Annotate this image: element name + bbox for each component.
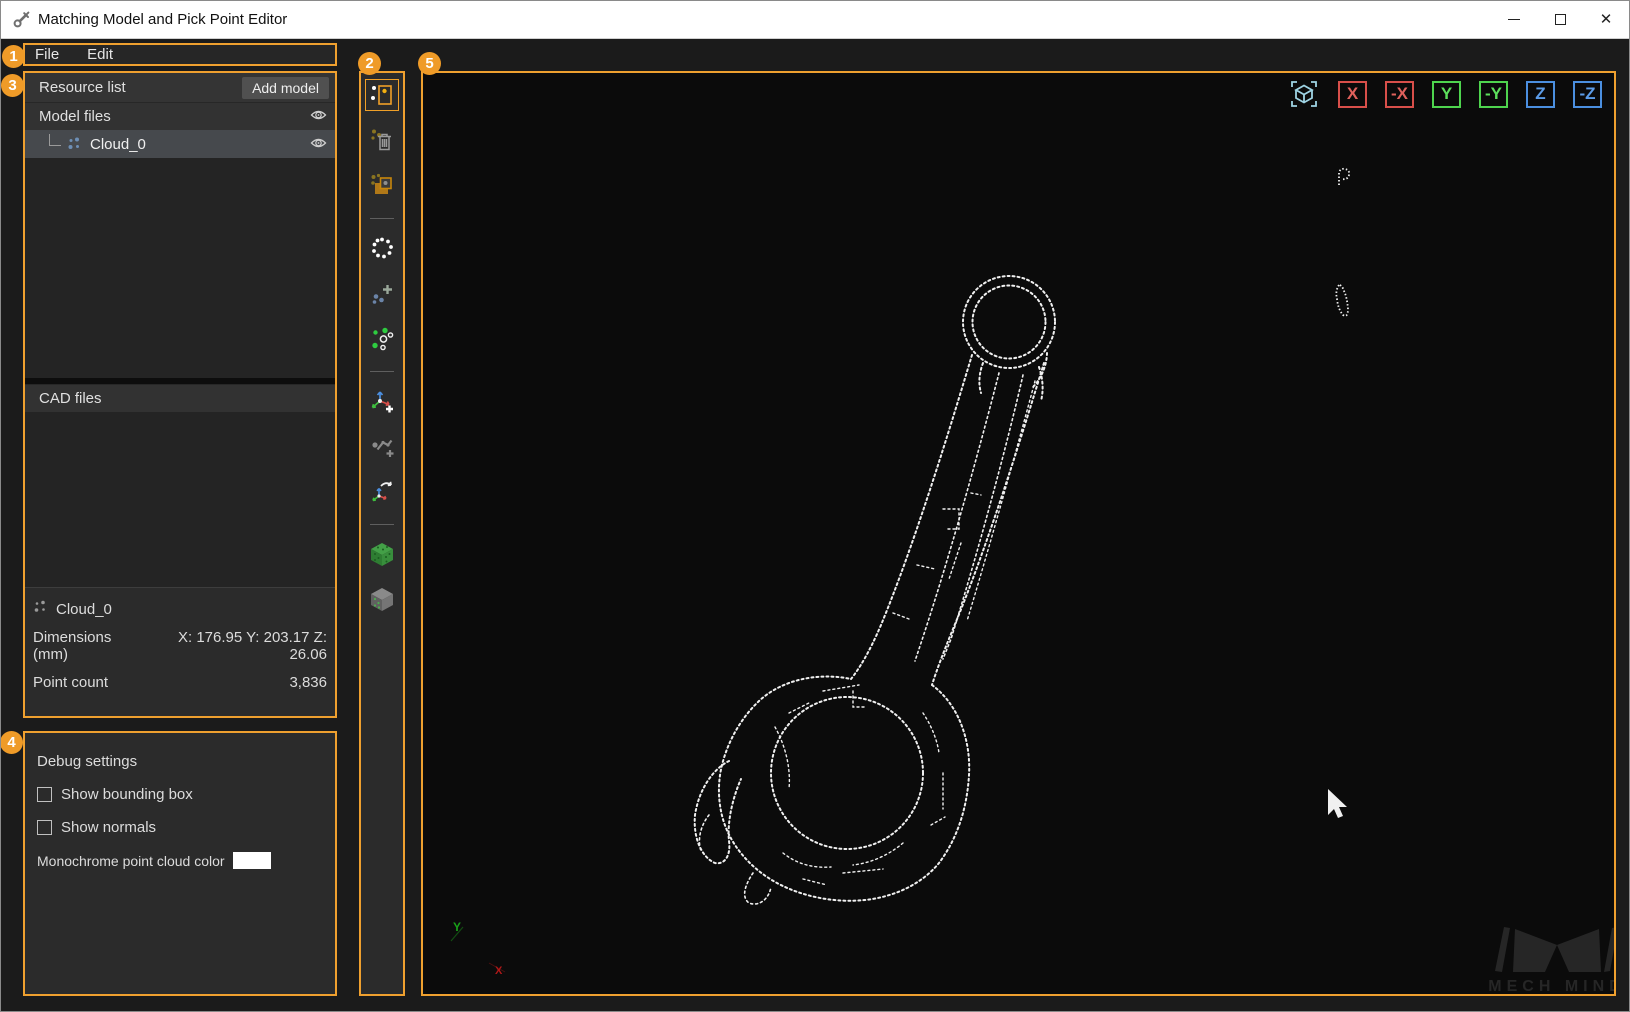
- voxel-cube-green-icon: [369, 541, 395, 567]
- callout-1: 1: [2, 45, 25, 68]
- model-files-label: Model files: [39, 108, 111, 125]
- watermark-text: MECH MIND: [1488, 978, 1614, 994]
- window-controls: ✕: [1491, 1, 1629, 38]
- maximize-button[interactable]: [1537, 1, 1583, 38]
- toolbar-divider: [370, 371, 394, 372]
- eye-icon[interactable]: [310, 136, 327, 153]
- view-cube-icon: [1289, 79, 1319, 109]
- delete-points-tool[interactable]: [365, 124, 399, 156]
- debug-settings-title: Debug settings: [37, 753, 325, 770]
- fit-view-button[interactable]: [1288, 79, 1320, 109]
- view-buttons-bar: X -X Y -Y Z -Z: [1288, 79, 1602, 109]
- add-points-tool[interactable]: [365, 277, 399, 309]
- selected-model-name: Cloud_0: [56, 601, 112, 618]
- show-normals-row: Show normals: [37, 819, 325, 836]
- rectangle-select-tool[interactable]: [365, 79, 399, 111]
- cad-files-label: CAD files: [39, 390, 102, 407]
- cad-files-header: CAD files: [25, 384, 335, 412]
- show-bounding-box-checkbox[interactable]: [37, 787, 52, 802]
- dimensions-value: X: 176.95 Y: 203.17 Z: 26.06: [145, 629, 327, 663]
- add-points-icon: [369, 280, 395, 306]
- maximize-icon: [1555, 14, 1566, 25]
- show-bounding-box-label: Show bounding box: [61, 786, 193, 803]
- show-bounding-box-row: Show bounding box: [37, 786, 325, 803]
- point-cloud-canvas: Y X MECH MIND: [423, 73, 1614, 994]
- teach-pick-point-tool[interactable]: [365, 430, 399, 462]
- model-item-cloud0[interactable]: Cloud_0: [25, 130, 335, 158]
- mech-mind-watermark: MECH MIND: [1488, 927, 1614, 994]
- close-icon: ✕: [1600, 12, 1613, 27]
- world-axes: Y X: [451, 920, 505, 977]
- dimensions-label: Dimensions (mm): [33, 629, 145, 663]
- show-normals-checkbox[interactable]: [37, 820, 52, 835]
- monochrome-color-swatch[interactable]: [233, 852, 271, 869]
- crop-icon: [369, 172, 395, 198]
- tree-branch: [49, 134, 61, 146]
- view-minus-z-button[interactable]: -Z: [1573, 81, 1602, 108]
- menu-edit[interactable]: Edit: [87, 46, 113, 63]
- window-title: Matching Model and Pick Point Editor: [38, 11, 287, 28]
- voxel-grid-on-tool[interactable]: [365, 538, 399, 570]
- point-cloud-icon: [67, 137, 82, 151]
- main-content: File Edit Resource list Add model Model …: [1, 39, 1629, 1011]
- view-minus-x-button[interactable]: -X: [1385, 81, 1414, 108]
- add-model-button[interactable]: Add model: [242, 77, 329, 99]
- resource-list-header: Resource list Add model: [25, 73, 335, 102]
- app-window: Matching Model and Pick Point Editor ✕ F…: [0, 0, 1630, 1012]
- axes-plus-icon: [369, 388, 395, 414]
- selection-info: Cloud_0 Dimensions (mm) X: 176.95 Y: 203…: [25, 588, 335, 716]
- callout-2: 2: [358, 52, 381, 75]
- callout-5: 5: [418, 52, 441, 75]
- callout-4: 4: [0, 731, 23, 754]
- wrench-icon: [13, 11, 30, 28]
- model-files-list[interactable]: [25, 158, 335, 378]
- view-x-button[interactable]: X: [1338, 81, 1367, 108]
- menu-bar: File Edit: [23, 43, 337, 66]
- circle-select-icon: [369, 235, 395, 261]
- voxel-cube-gray-icon: [369, 586, 395, 612]
- debug-settings-panel: Debug settings Show bounding box Show no…: [23, 731, 337, 996]
- viewport-toolbar: [359, 71, 405, 996]
- view-z-button[interactable]: Z: [1526, 81, 1555, 108]
- point-count-label: Point count: [33, 674, 108, 691]
- axis-x-label: X: [495, 965, 503, 977]
- crop-points-tool[interactable]: [365, 169, 399, 201]
- model-item-label: Cloud_0: [90, 136, 146, 153]
- toolbar-divider: [370, 218, 394, 219]
- trash-icon: [369, 127, 395, 153]
- minimize-button[interactable]: [1491, 1, 1537, 38]
- rotate-pick-point-tool[interactable]: [365, 475, 399, 507]
- voxel-grid-off-tool[interactable]: [365, 583, 399, 615]
- resource-list-panel: Resource list Add model Model files: [23, 71, 337, 718]
- close-button[interactable]: ✕: [1583, 1, 1629, 38]
- point-display-icon: [369, 325, 395, 351]
- callout-3: 3: [1, 74, 24, 97]
- add-pick-point-tool[interactable]: [365, 385, 399, 417]
- model-files-header: Model files: [25, 102, 335, 130]
- point-count-value: 3,836: [289, 674, 327, 691]
- rectangle-select-icon: [369, 82, 395, 108]
- viewport-3d[interactable]: Y X MECH MIND: [421, 71, 1616, 996]
- rotate-pose-icon: [369, 478, 395, 504]
- minimize-icon: [1508, 19, 1520, 20]
- view-minus-y-button[interactable]: -Y: [1479, 81, 1508, 108]
- cursor-shaped-points: [1328, 789, 1347, 818]
- monochrome-color-label: Monochrome point cloud color: [37, 853, 225, 869]
- cad-files-list[interactable]: [25, 412, 335, 588]
- monochrome-color-row: Monochrome point cloud color: [37, 852, 325, 869]
- view-y-button[interactable]: Y: [1432, 81, 1461, 108]
- point-display-tool[interactable]: [365, 322, 399, 354]
- title-bar: Matching Model and Pick Point Editor ✕: [1, 1, 1629, 39]
- menu-file[interactable]: File: [35, 46, 59, 63]
- toolbar-divider: [370, 524, 394, 525]
- resource-list-title: Resource list: [39, 79, 242, 96]
- show-normals-label: Show normals: [61, 819, 156, 836]
- point-cloud-icon: [33, 600, 48, 618]
- eye-icon[interactable]: [310, 108, 327, 125]
- teach-point-icon: [369, 433, 395, 459]
- connecting-rod-point-cloud: [695, 276, 1055, 904]
- circle-select-tool[interactable]: [365, 232, 399, 264]
- axis-y-label: Y: [453, 920, 461, 934]
- stray-points: [1336, 169, 1349, 316]
